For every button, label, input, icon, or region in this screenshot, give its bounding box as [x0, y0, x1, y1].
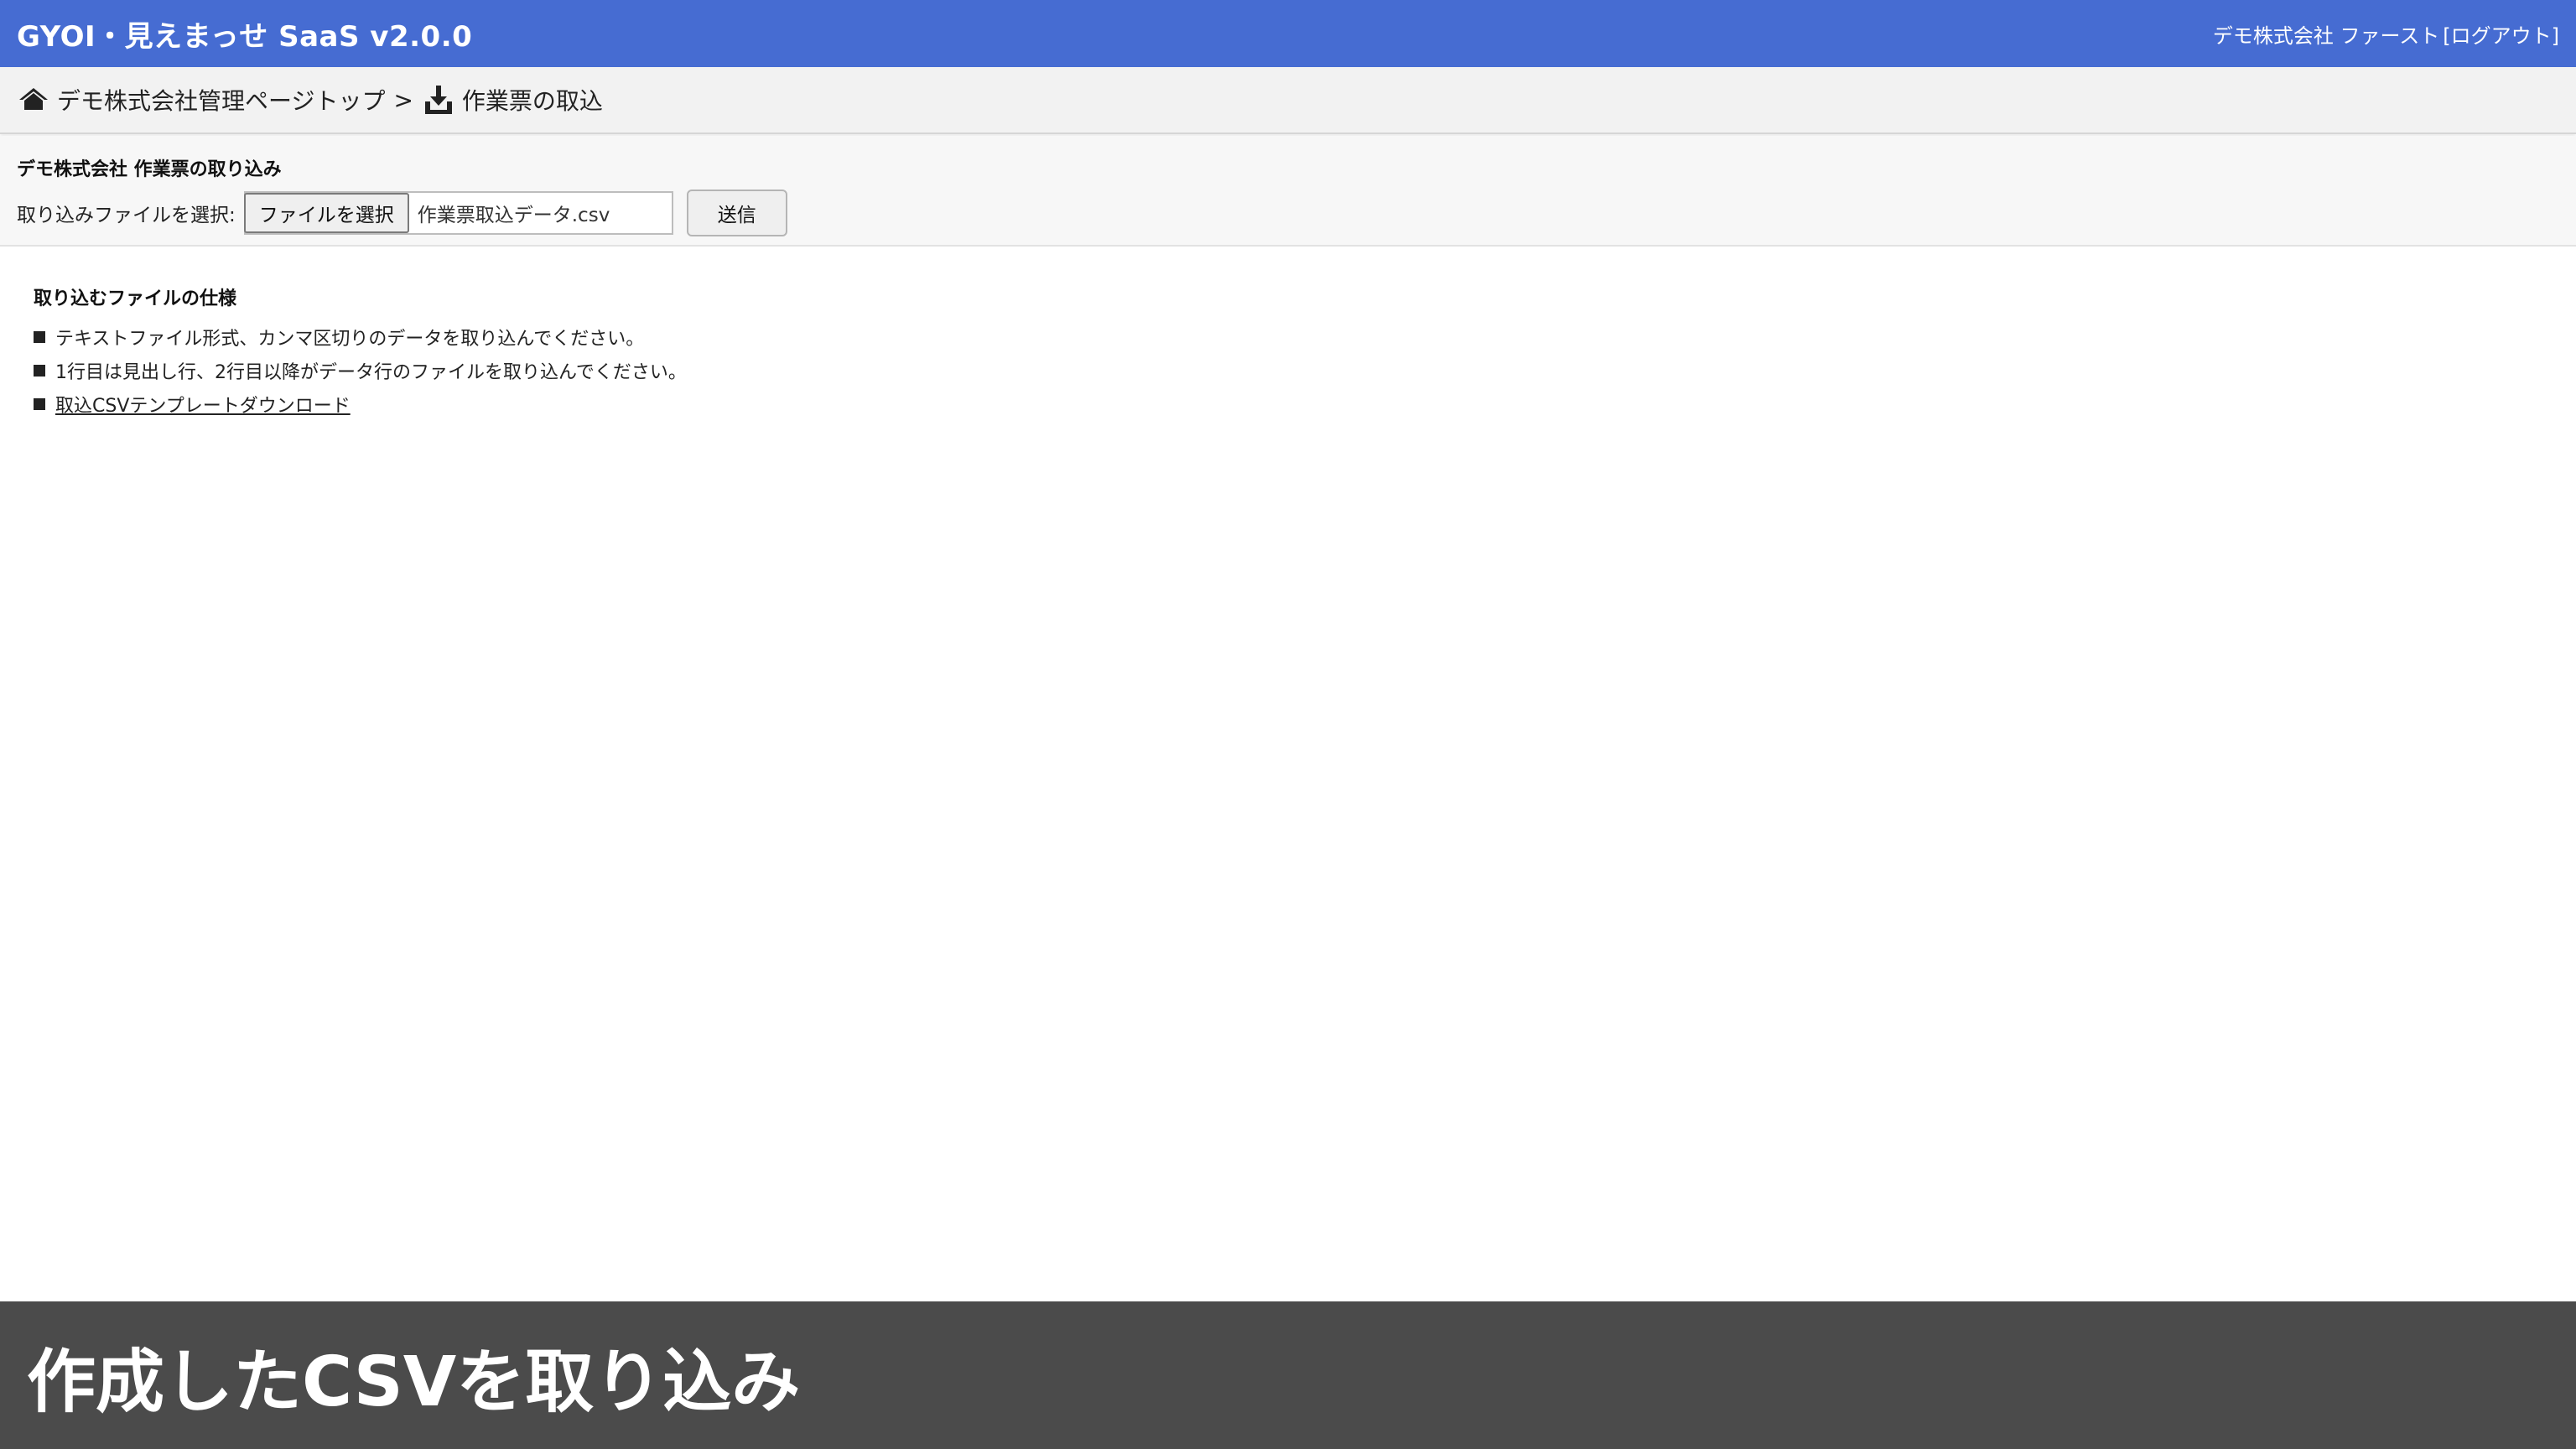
user-info: デモ株式会社 ファースト [ログアウト] [2213, 19, 2559, 49]
list-item: テキストファイル形式、カンマ区切りのデータを取り込んでください。 [34, 320, 687, 354]
import-form-section: デモ株式会社 作業票の取り込み 取り込みファイルを選択: ファイルを選択 作業票… [0, 136, 2576, 247]
app-root: GYOI・見えまっせ SaaS v2.0.0 デモ株式会社 ファースト [ログア… [0, 0, 2576, 1449]
caption-banner: 作成したCSVを取り込み [0, 1301, 2576, 1449]
top-header: GYOI・見えまっせ SaaS v2.0.0 デモ株式会社 ファースト [ログア… [0, 0, 2576, 67]
breadcrumb-current: 作業票の取込 [422, 83, 603, 117]
breadcrumb-home-label: デモ株式会社管理ページトップ [57, 87, 386, 115]
breadcrumb: デモ株式会社管理ページトップ > 作業票の取込 [0, 67, 2576, 134]
download-icon [422, 83, 455, 117]
file-select-row: 取り込みファイルを選択: ファイルを選択 作業票取込データ.csv 送信 [17, 190, 2559, 236]
spec-text: テキストファイル形式、カンマ区切りのデータを取り込んでください。 [55, 329, 645, 350]
company-user-name: デモ株式会社 ファースト [2212, 23, 2440, 48]
spec-text: 1行目は見出し行、2行目以降がデータ行のファイルを取り込んでください。 [55, 362, 687, 383]
file-input[interactable]: ファイルを選択 作業票取込データ.csv [243, 191, 673, 235]
square-bullet-icon [34, 365, 45, 377]
breadcrumb-home-link[interactable]: デモ株式会社管理ページトップ [17, 83, 385, 117]
list-item: 取込CSVテンプレートダウンロード [34, 387, 687, 421]
choose-file-button[interactable]: ファイルを選択 [243, 193, 409, 233]
csv-template-download-link[interactable]: 取込CSVテンプレートダウンロード [55, 391, 351, 418]
selected-file-name: 作業票取込データ.csv [417, 205, 610, 226]
file-spec-title: 取り込むファイルの仕様 [34, 288, 237, 309]
file-spec-list: テキストファイル形式、カンマ区切りのデータを取り込んでください。 1行目は見出し… [34, 320, 687, 421]
logout-link[interactable]: [ログアウト] [2443, 19, 2559, 49]
import-form-title: デモ株式会社 作業票の取り込み [17, 159, 282, 180]
square-bullet-icon [34, 331, 45, 343]
square-bullet-icon [34, 398, 45, 410]
breadcrumb-current-label: 作業票の取込 [461, 87, 603, 115]
home-icon [17, 83, 50, 117]
file-spec-section: 取り込むファイルの仕様 テキストファイル形式、カンマ区切りのデータを取り込んでく… [34, 283, 687, 421]
submit-button[interactable]: 送信 [686, 190, 787, 236]
list-item: 1行目は見出し行、2行目以降がデータ行のファイルを取り込んでください。 [34, 354, 687, 387]
app-title: GYOI・見えまっせ SaaS v2.0.0 [17, 19, 473, 54]
file-select-label: 取り込みファイルを選択: [17, 205, 236, 226]
breadcrumb-separator: > [393, 86, 413, 114]
